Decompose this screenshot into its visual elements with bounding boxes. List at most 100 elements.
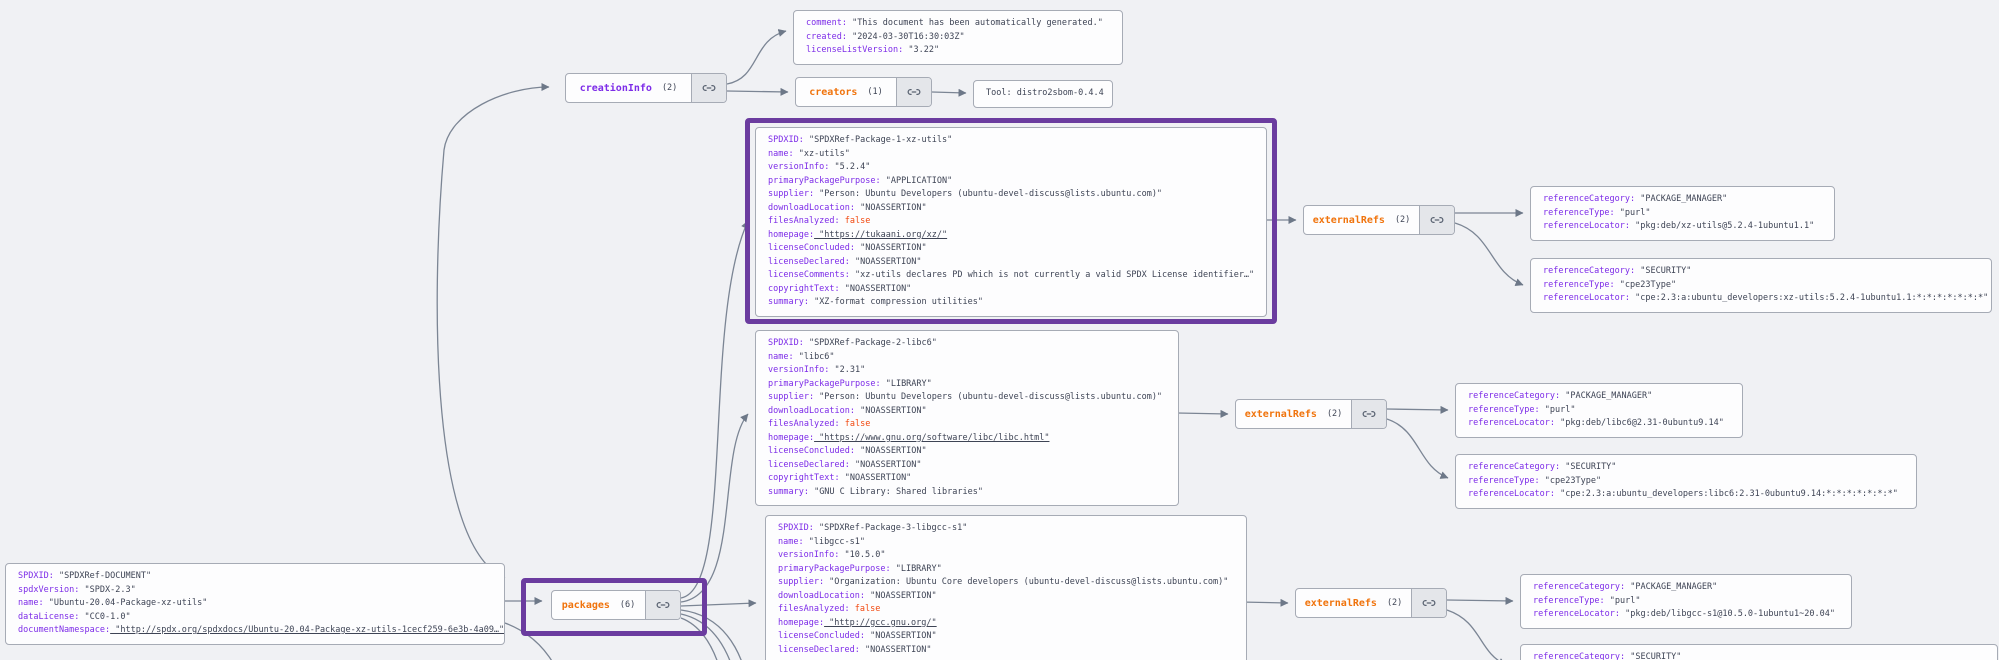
kv-row: supplier: "Person: Ubuntu Developers (ub… <box>768 391 1170 405</box>
collapse-toggle[interactable] <box>1419 206 1454 234</box>
kv-row: filesAnalyzed: false <box>768 215 1258 229</box>
value: "SECURITY" <box>1625 652 1682 660</box>
kv-row: homepage: "http://gcc.gnu.org/" <box>778 617 1238 631</box>
external-refs-count: (2) <box>1394 215 1411 225</box>
node-ref-xz-security[interactable]: referenceCategory: "SECURITY" referenceTy… <box>1530 258 1992 313</box>
key: licenseDeclared: <box>778 644 860 655</box>
key: name: <box>778 536 804 547</box>
node-label-area: externalRefs (2) <box>1236 400 1351 428</box>
key: documentNamespace: <box>18 625 111 635</box>
node-creators[interactable]: creators (1) <box>795 77 932 107</box>
key: referenceCategory: <box>1533 582 1626 592</box>
key: versionInfo: <box>768 365 830 375</box>
value: "purl" <box>1539 404 1576 415</box>
collapse-toggle[interactable] <box>896 78 931 106</box>
creators-count: (1) <box>867 87 883 97</box>
value: "cpe:2.3:a:ubuntu_developers:libc6:2.31-… <box>1555 489 1898 499</box>
node-label-area: externalRefs (2) <box>1296 589 1411 617</box>
node-creation-details[interactable]: comment: "This document has been automat… <box>793 10 1123 65</box>
key: filesAnalyzed: <box>778 604 850 614</box>
value: "NOASSERTION" <box>859 644 932 655</box>
value: "This document has been automatically ge… <box>846 18 1103 28</box>
key: primaryPackagePurpose: <box>768 378 881 389</box>
node-ref-xz-package-manager[interactable]: referenceCategory: "PACKAGE_MANAGER" refe… <box>1530 186 1835 241</box>
node-package-libc6[interactable]: SPDXID: "SPDXRef-Package-2-libc6" name: "… <box>755 330 1179 506</box>
node-creation-info[interactable]: creationInfo (2) <box>565 73 727 103</box>
node-packages[interactable]: packages (6) <box>551 590 681 620</box>
value: "10.5.0" <box>839 550 886 560</box>
node-tool[interactable]: Tool: distro2sbom-0.4.4 <box>973 80 1113 108</box>
kv-row: licenseDeclared: "NOASSERTION" <box>768 459 1170 473</box>
kv-row: copyrightText: "NOASSERTION" <box>768 283 1258 297</box>
key: licenseDeclared: <box>768 459 850 470</box>
external-refs-label: externalRefs <box>1304 597 1377 609</box>
edge-creators-tool <box>931 88 967 97</box>
node-package-libgcc-s1[interactable]: SPDXID: "SPDXRef-Package-3-libgcc-s1" nam… <box>765 515 1247 660</box>
value: "PACKAGE_MANAGER" <box>1625 582 1718 592</box>
node-spdx-document[interactable]: SPDXID: "SPDXRef-DOCUMENT" spdxVersion: "… <box>5 563 505 645</box>
link-icon <box>1430 217 1444 223</box>
link-icon <box>1362 411 1376 417</box>
kv-row: referenceCategory: "PACKAGE_MANAGER" <box>1543 193 1826 207</box>
kv-row: name: "libc6" <box>768 351 1170 365</box>
value: "NOASSERTION" <box>849 256 922 267</box>
value: "NOASSERTION" <box>865 631 937 641</box>
edge-creationinfo-creators <box>726 87 789 96</box>
key: SPDXID: <box>768 338 804 348</box>
node-ref-libgcc-package-manager[interactable]: referenceCategory: "PACKAGE_MANAGER" refe… <box>1520 574 1852 629</box>
value: "cpe:2.3:a:ubuntu_developers:xz-utils:5.… <box>1630 293 1989 303</box>
edge-packages-xz <box>680 220 749 599</box>
node-ref-libc6-package-manager[interactable]: referenceCategory: "PACKAGE_MANAGER" refe… <box>1455 383 1743 438</box>
key: name: <box>18 598 44 608</box>
key: downloadLocation: <box>768 405 855 416</box>
key: created: <box>806 31 847 42</box>
graph-canvas[interactable]: SPDXID: "SPDXRef-DOCUMENT" spdxVersion: "… <box>0 0 1999 660</box>
value: "SPDXRef-Package-1-xz-utils" <box>803 135 953 145</box>
value: "SPDX-2.3" <box>79 584 136 595</box>
key: referenceCategory: <box>1543 266 1636 276</box>
external-refs-count: (2) <box>1386 598 1403 608</box>
key: referenceType: <box>1543 207 1615 218</box>
kv-row: name: "libgcc-s1" <box>778 536 1238 550</box>
kv-row: name: "xz-utils" <box>768 148 1258 162</box>
key: licenseConcluded: <box>768 446 855 456</box>
key: referenceType: <box>1468 475 1540 486</box>
value: "NOASSERTION" <box>855 405 927 416</box>
kv-row: licenseDeclared: "NOASSERTION" <box>778 644 1238 658</box>
kv-row: referenceType: "purl" <box>1543 207 1826 221</box>
collapse-toggle[interactable] <box>691 74 726 102</box>
value: false <box>849 604 881 614</box>
value: "cpe23Type" <box>1614 279 1677 290</box>
kv-row: created: "2024-03-30T16:30:03Z" <box>806 31 1114 45</box>
node-external-refs-xz[interactable]: externalRefs (2) <box>1303 205 1455 235</box>
value: "xz-utils declares PD which is not curre… <box>849 270 1255 280</box>
kv-row: versionInfo: "10.5.0" <box>778 549 1238 563</box>
node-ref-libc6-security[interactable]: referenceCategory: "SECURITY" referenceTy… <box>1455 454 1917 509</box>
node-external-refs-libgcc[interactable]: externalRefs (2) <box>1295 588 1447 618</box>
kv-row: referenceType: "cpe23Type" <box>1543 279 1983 293</box>
kv-row: SPDXID: "SPDXRef-Package-2-libc6" <box>768 337 1170 351</box>
key: referenceType: <box>1543 279 1615 290</box>
value: "libgcc-s1" <box>803 536 866 547</box>
key: SPDXID: <box>18 571 54 581</box>
key: primaryPackagePurpose: <box>778 563 891 574</box>
edge-externalrefs2-sec <box>1386 418 1449 479</box>
key: copyrightText: <box>768 283 840 294</box>
node-ref-libgcc-security[interactable]: referenceCategory: "SECURITY" <box>1520 644 1998 660</box>
node-package-xz-utils[interactable]: SPDXID: "SPDXRef-Package-1-xz-utils" name… <box>755 127 1267 317</box>
node-external-refs-libc6[interactable]: externalRefs (2) <box>1235 399 1387 429</box>
node-label-area: externalRefs (2) <box>1304 206 1419 234</box>
kv-row: downloadLocation: "NOASSERTION" <box>768 405 1170 419</box>
kv-row: referenceCategory: "SECURITY" <box>1468 461 1908 475</box>
edge-externalrefs2-pm <box>1386 405 1449 414</box>
key: supplier: <box>778 577 825 587</box>
external-refs-count: (2) <box>1326 409 1343 419</box>
collapse-toggle[interactable] <box>1351 400 1386 428</box>
collapse-toggle[interactable] <box>1411 589 1446 617</box>
value: "xz-utils" <box>793 148 850 159</box>
collapse-toggle[interactable] <box>645 591 680 619</box>
key: referenceCategory: <box>1533 652 1626 660</box>
key: homepage: <box>778 617 825 628</box>
value: "NOASSERTION" <box>855 243 927 253</box>
kv-row: licenseConcluded: "NOASSERTION" <box>768 445 1170 459</box>
